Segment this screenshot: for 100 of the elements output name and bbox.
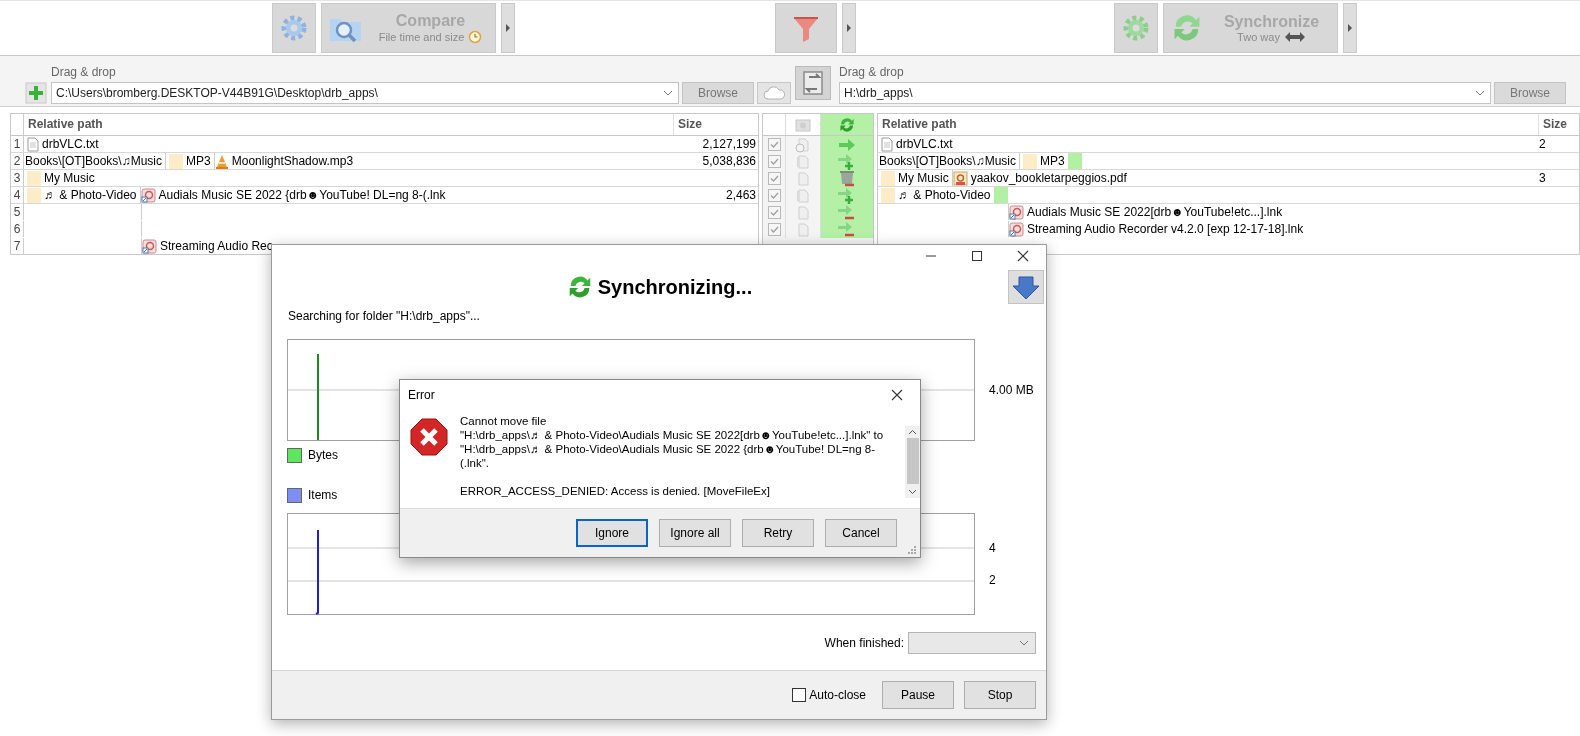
- settings-button[interactable]: [1114, 3, 1158, 53]
- row-number: 1: [11, 136, 24, 152]
- file-size-text: 2,127,199: [702, 137, 756, 151]
- dialog-heading: Synchronizing...: [597, 275, 753, 299]
- swap-sides-icon[interactable]: [795, 66, 831, 100]
- dialog-button[interactable]: Pause: [882, 681, 954, 709]
- cloud-icon[interactable]: [762, 85, 786, 101]
- row-number: 3: [11, 170, 24, 186]
- file-path-text: My Music: [44, 170, 95, 186]
- checkbox[interactable]: [767, 138, 781, 151]
- row-number: 4: [11, 187, 24, 203]
- folder-icon: [27, 187, 41, 203]
- dialog-button[interactable]: Cancel: [825, 519, 897, 547]
- drag-drop-caption: Drag & drop: [51, 65, 117, 79]
- file-path-text: Books\[OT]Books\♫Music: [25, 153, 163, 169]
- file-path-text: drbVLC.txt: [896, 136, 953, 152]
- shortcut-icon: [1009, 221, 1024, 237]
- scrollbar[interactable]: [905, 426, 920, 498]
- add-folder-pair-button[interactable]: [25, 82, 47, 104]
- file-path-text: MoonlightShadow.mp3: [231, 153, 354, 169]
- folder-path-field[interactable]: C:\Users\bromberg.DESKTOP-V44B91G\Desktop\drb_apps\: [51, 82, 679, 104]
- axis-label: 4: [989, 540, 996, 555]
- file-path-text: Audials Music SE 2022[drb☻YouTube!etc...].lnk: [1027, 204, 1283, 220]
- file-path-text: Streaming Audio Recorder v4.2.0 [exp 12-17-18].lnk: [1027, 221, 1304, 237]
- error-message: Cannot move file "H:\drb_apps\♬ & Photo-Video\Audials Music SE 2022[drb☻YouTube!etc...].lnk" to "H:\drb_apps\♬ & Photo-Video\Audials Music SE 2022 {drb☻YouTube! DL=ng 8-(.lnk".: [460, 414, 885, 470]
- dialog-button[interactable]: Ignore all: [659, 519, 731, 547]
- folder-icon: [27, 170, 41, 186]
- filter-button[interactable]: [775, 3, 837, 53]
- cloud-button[interactable]: [757, 82, 791, 104]
- column-header[interactable]: Size: [1539, 114, 1579, 135]
- category-header-icon: [795, 117, 811, 132]
- file-size-text: 2,463: [725, 188, 756, 202]
- file-path-text: Streaming Audio Rec: [160, 238, 273, 254]
- caret-icon[interactable]: [846, 23, 852, 33]
- settings-icon: [1121, 13, 1151, 43]
- chevron-icon[interactable]: [1019, 640, 1029, 646]
- close-icon[interactable]: [891, 389, 903, 401]
- checkbox[interactable]: [767, 155, 781, 168]
- checkbox[interactable]: [767, 206, 781, 219]
- file-path-text: ♬ & Photo-Video: [44, 187, 137, 203]
- file-path-text: MP3: [1040, 153, 1065, 169]
- file-path-text: My Music: [898, 170, 949, 186]
- dialog-button[interactable]: Ignore: [576, 519, 648, 547]
- chevron-icon[interactable]: [663, 90, 673, 96]
- dialog-button[interactable]: Stop: [964, 681, 1036, 709]
- scroll-down-icon[interactable]: [908, 489, 917, 495]
- traffic-cone-icon: [214, 153, 229, 169]
- checkbox-label: Auto-close: [809, 688, 866, 702]
- error-message: ERROR_ACCESS_DENIED: Access is denied. [MoveFileEx]: [460, 484, 771, 498]
- maximize-icon[interactable]: [971, 250, 983, 262]
- file-path-text: drbVLC.txt: [42, 136, 99, 152]
- button-sublabel: File time and size: [378, 31, 465, 43]
- clock-icon: [468, 30, 483, 44]
- settings-button[interactable]: [272, 3, 316, 53]
- button-sublabel: Two way: [1237, 31, 1280, 43]
- row-number: 2: [11, 153, 24, 169]
- column-header[interactable]: Relative path: [878, 114, 1539, 135]
- two-way-arrow-icon: [1283, 31, 1306, 43]
- chevron-icon[interactable]: [1475, 90, 1485, 96]
- row-number: 5: [11, 204, 24, 220]
- dialog-title: Error: [408, 388, 435, 402]
- axis-label: 4.00 MB: [989, 383, 1034, 397]
- file-path-text: Audials Music SE 2022 {drb☻YouTube! DL=ng 8-(.lnk: [158, 187, 446, 203]
- row-number: 6: [11, 221, 24, 237]
- dialog-button[interactable]: Retry: [742, 519, 814, 547]
- file-status-icon: [794, 136, 812, 153]
- action-header-icon: [838, 115, 856, 134]
- column-header[interactable]: Size: [674, 114, 758, 135]
- folder-icon: [881, 187, 895, 203]
- row-number: 7: [11, 238, 24, 254]
- file-size-text: 3: [1539, 171, 1546, 185]
- legend-label: Items: [308, 488, 338, 502]
- folder-icon: [169, 153, 184, 169]
- caret-icon[interactable]: [505, 23, 511, 33]
- file-path-text: MP3: [186, 153, 211, 169]
- checkbox[interactable]: [792, 688, 807, 702]
- when-finished-label: When finished:: [824, 636, 904, 650]
- file-status-icon: [794, 153, 812, 170]
- resize-grip-icon[interactable]: [908, 546, 917, 555]
- file-path-text: yaakov_bookletarpeggios.pdf: [970, 170, 1127, 186]
- close-icon[interactable]: [1017, 250, 1029, 262]
- folder-path-field[interactable]: H:\drb_apps\: [839, 82, 1491, 104]
- file-path-text: ♬ & Photo-Video: [898, 187, 991, 203]
- scroll-up-icon[interactable]: [908, 429, 917, 435]
- column-header[interactable]: Relative path: [24, 114, 674, 135]
- folder-icon: [1023, 153, 1038, 169]
- legend-label: Bytes: [308, 448, 338, 462]
- axis-label: 2: [989, 573, 996, 588]
- shortcut-icon: [1009, 204, 1024, 220]
- when-finished-dropdown[interactable]: [908, 632, 1036, 654]
- checkbox[interactable]: [767, 172, 781, 185]
- checkbox[interactable]: [767, 223, 781, 236]
- shortcut-icon: [142, 238, 157, 254]
- checkbox[interactable]: [767, 189, 781, 202]
- file-path-text: Books\[OT]Books\♫Music: [879, 153, 1017, 169]
- minimize-to-tray-button[interactable]: [1008, 270, 1044, 304]
- status-text: Searching for folder "H:\drb_apps"...: [287, 308, 481, 325]
- document-icon: [952, 170, 968, 186]
- drag-drop-caption: Drag & drop: [839, 65, 905, 79]
- caret-icon[interactable]: [1347, 23, 1353, 33]
